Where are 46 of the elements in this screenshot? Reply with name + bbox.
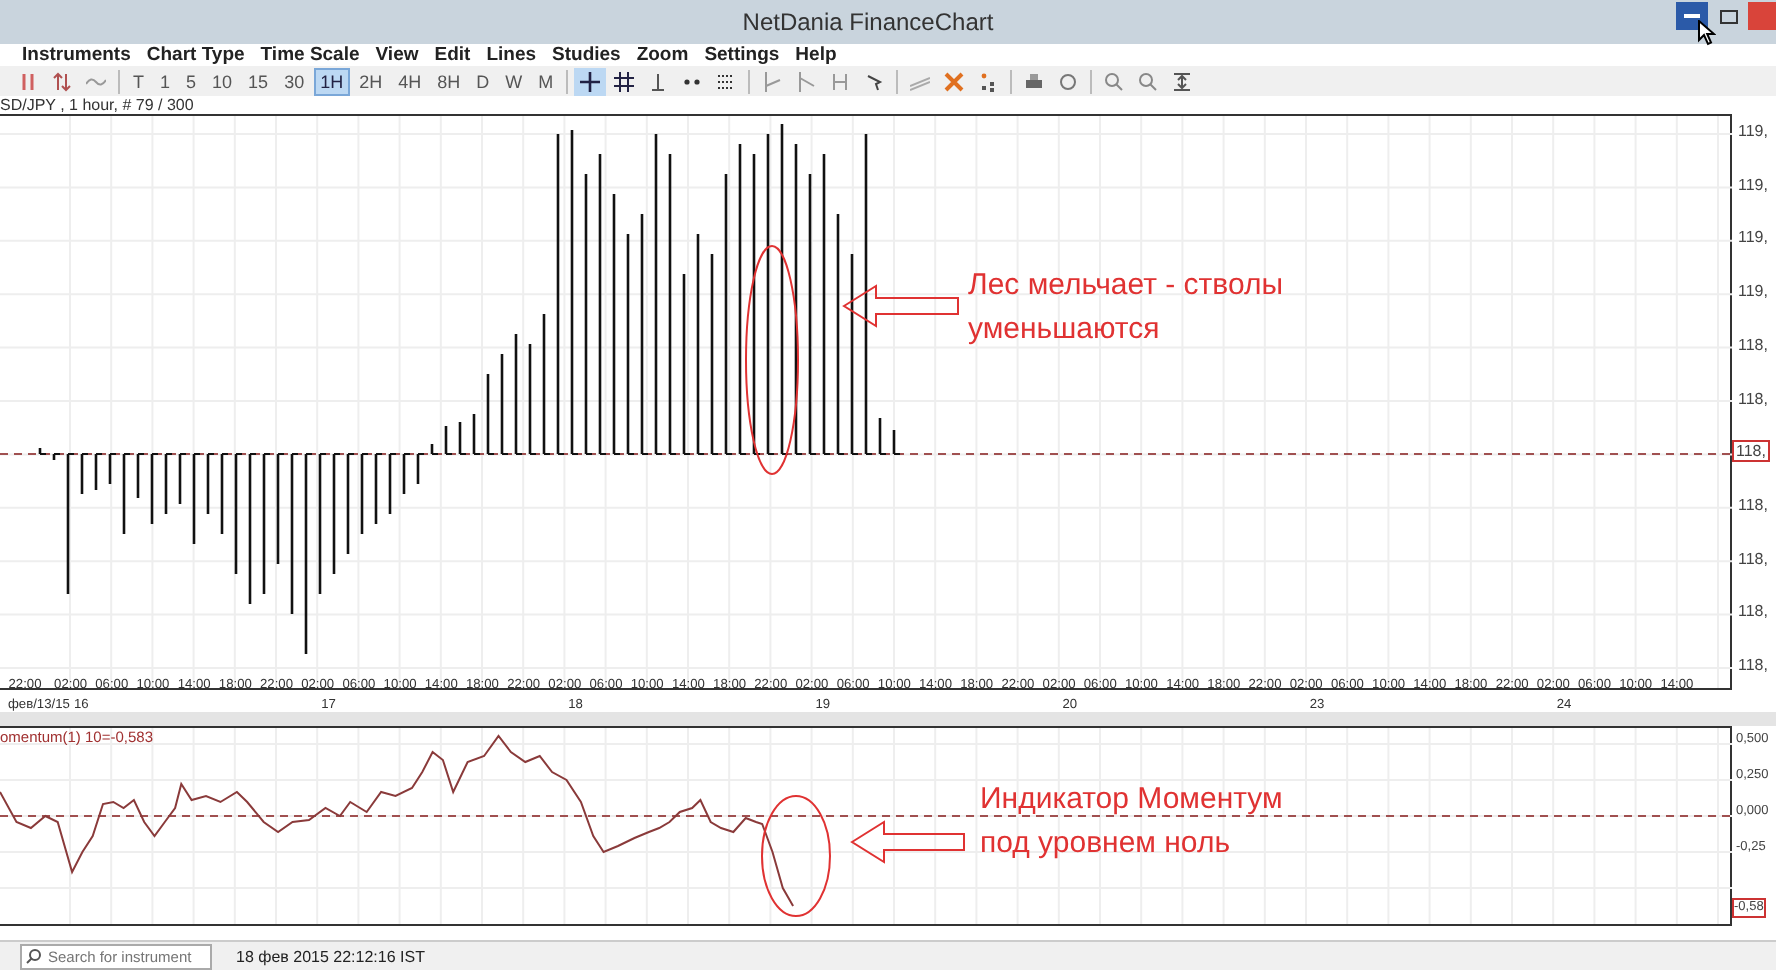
timescale-button[interactable]: T xyxy=(126,67,151,95)
menu-item[interactable]: Zoom xyxy=(628,44,697,66)
axis-label: 119, xyxy=(1738,122,1768,140)
menu-item[interactable]: Edit xyxy=(426,44,479,66)
timescale-button[interactable]: W xyxy=(498,67,530,95)
timescale-button[interactable]: 5 xyxy=(179,67,204,95)
annotation-text: Лес мельчает - стволы уменьшаются xyxy=(968,266,1283,350)
chart-caption: SD/JPY , 1 hour, # 79 / 300 xyxy=(0,96,194,114)
timescale-button[interactable]: 10 xyxy=(205,67,240,95)
axis-label: 118, xyxy=(1738,389,1768,407)
menu-item[interactable]: Chart Type xyxy=(138,44,253,66)
timescale-button[interactable]: 15 xyxy=(241,67,276,95)
window-title: NetDania FinanceChart xyxy=(740,8,996,36)
timescale-button[interactable]: 4H xyxy=(391,67,429,95)
window-icon xyxy=(1719,8,1737,24)
menu-item[interactable]: Settings xyxy=(696,44,788,66)
timescale-button[interactable]: 1 xyxy=(153,67,178,95)
axis-label: 118, xyxy=(1738,656,1768,674)
menu-item[interactable]: Help xyxy=(787,44,845,66)
axis-label: 118, xyxy=(1738,495,1768,514)
crosshair-icon[interactable] xyxy=(574,67,607,95)
menu-item[interactable]: Time Scale xyxy=(252,44,368,66)
timescale-button[interactable]: D xyxy=(469,67,497,95)
axis-label: 118, xyxy=(1738,602,1768,621)
timescale-button[interactable]: M xyxy=(531,67,561,95)
timescale-button[interactable]: 30 xyxy=(277,67,312,95)
current-value-label: 118, xyxy=(1732,440,1770,462)
timestamp: 18 фев 2015 22:12:16 IST xyxy=(236,947,425,965)
axis-label: 118, xyxy=(1738,549,1768,568)
axis-label: 118, xyxy=(1738,335,1768,354)
highlight-ellipse xyxy=(761,795,831,917)
annotation-text: Индикатор Моментум под уровнем ноль xyxy=(980,780,1283,864)
axis-label: 119, xyxy=(1738,175,1768,194)
axis-label: 119, xyxy=(1738,282,1768,301)
arrow-drawing xyxy=(842,284,959,328)
minimize-icon xyxy=(1684,13,1700,19)
timescale-button[interactable]: 1H xyxy=(313,67,351,95)
timescale-button[interactable]: 8H xyxy=(430,67,468,95)
arrow-drawing xyxy=(850,820,965,864)
menu-item[interactable]: View xyxy=(367,44,427,66)
menu-item[interactable]: Instruments xyxy=(14,44,139,66)
menu-item[interactable]: Studies xyxy=(544,44,629,66)
timescale-button[interactable]: 2H xyxy=(352,67,390,95)
menu-item[interactable]: Lines xyxy=(478,44,545,66)
axis-label: 119, xyxy=(1738,228,1768,247)
search-icon xyxy=(26,948,42,964)
